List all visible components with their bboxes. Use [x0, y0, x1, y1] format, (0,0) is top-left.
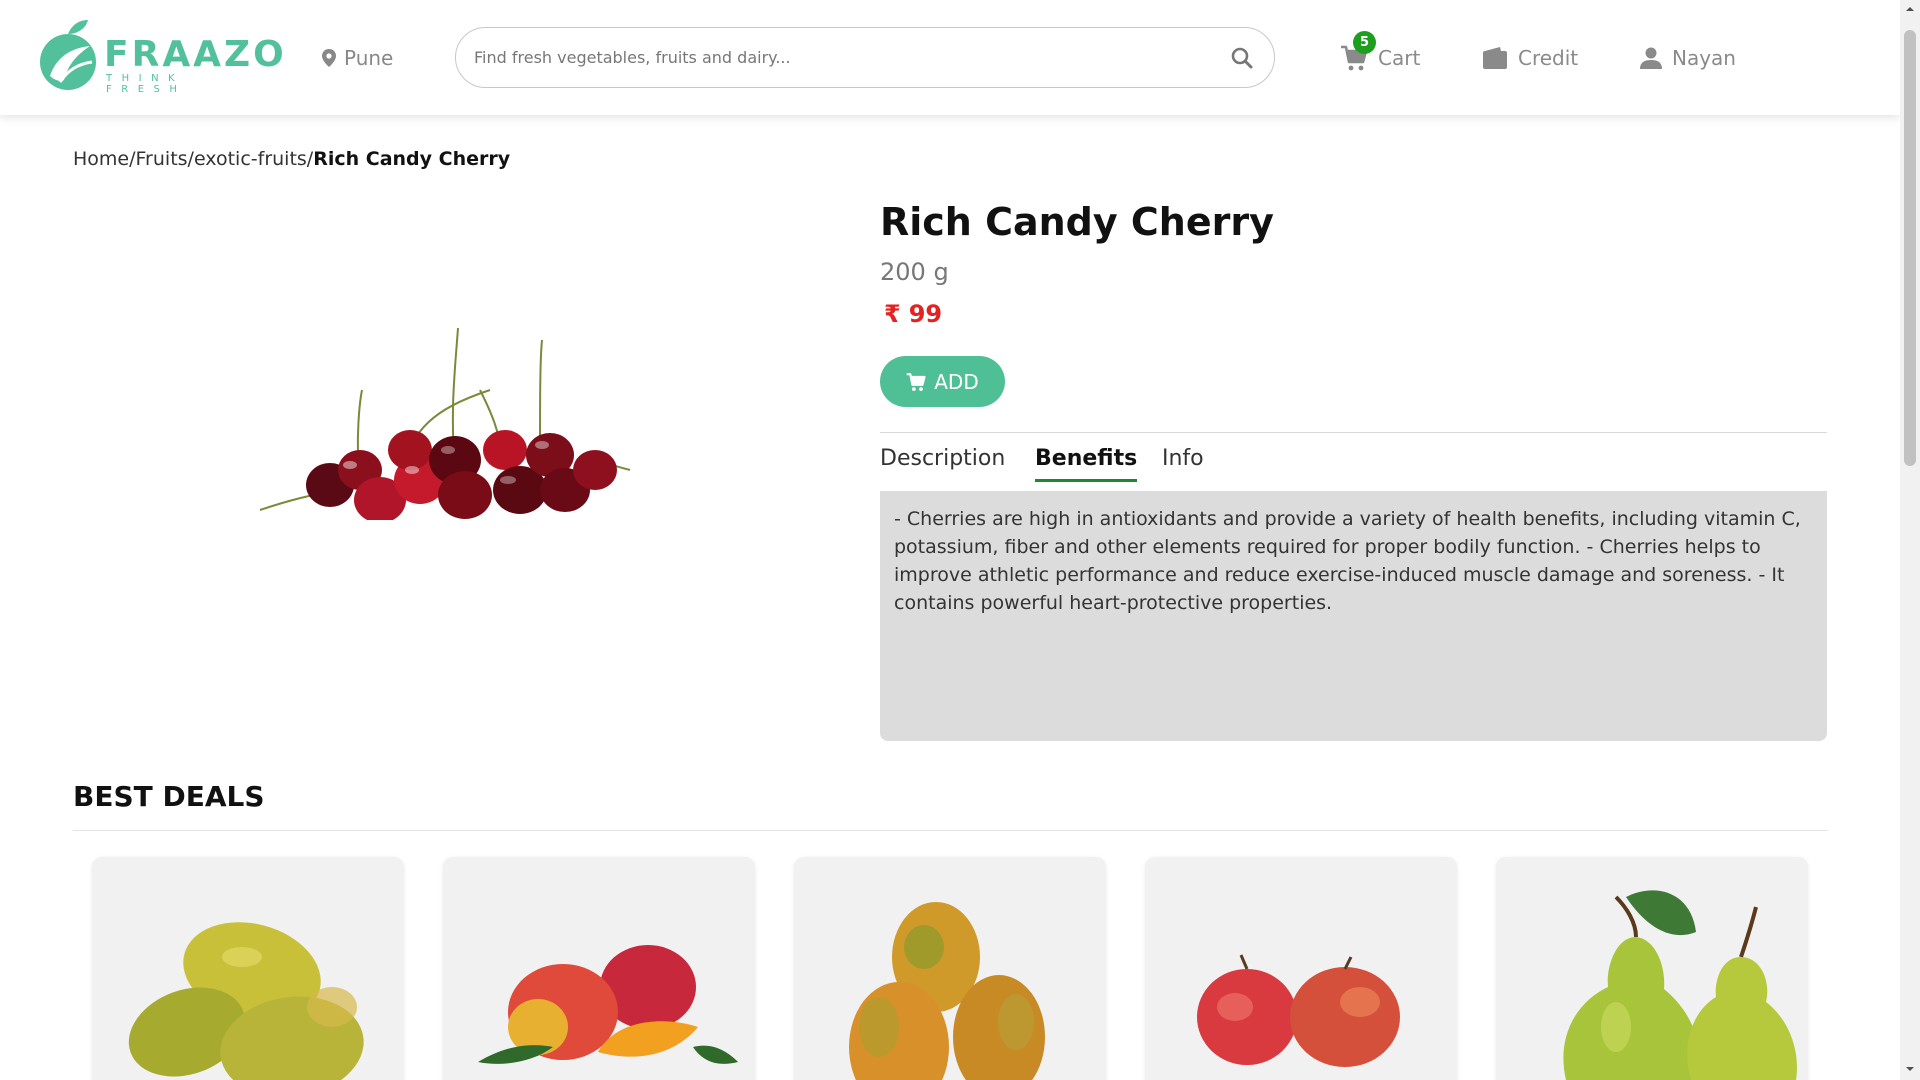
credit-label: Credit — [1518, 46, 1579, 70]
tabs-divider — [880, 432, 1827, 433]
product-weight: 200 g — [880, 258, 949, 286]
mango-pile-image — [849, 902, 1045, 1080]
scrollbar-thumb[interactable] — [1904, 30, 1916, 466]
tab-content-panel: - Cherries are high in antioxidants and … — [880, 491, 1827, 741]
add-to-cart-button[interactable]: ADD — [880, 356, 1005, 407]
deal-card[interactable] — [92, 857, 404, 1080]
add-button-label: ADD — [934, 369, 979, 394]
section-divider — [73, 830, 1828, 831]
pears-image — [1563, 890, 1797, 1080]
brand-tagline: THINK FRESH — [106, 73, 187, 95]
search-bar — [455, 27, 1275, 88]
breadcrumb-fruits[interactable]: Fruits — [136, 148, 188, 170]
brand-name: FRAAZO — [104, 34, 287, 75]
breadcrumb-current: Rich Candy Cherry — [313, 148, 511, 170]
product-image-cherries — [259, 327, 631, 520]
apples-image — [1197, 954, 1400, 1067]
breadcrumb-home[interactable]: Home — [73, 148, 129, 170]
user-icon — [1640, 47, 1662, 69]
currency-symbol: ₹ — [884, 300, 901, 328]
search-button[interactable] — [1230, 46, 1254, 70]
location-label: Pune — [344, 46, 394, 70]
wallet-icon — [1483, 47, 1507, 69]
cart-count-badge: 5 — [1353, 31, 1376, 54]
mango-image — [128, 922, 364, 1080]
deal-card[interactable] — [1496, 857, 1808, 1080]
credit-button[interactable]: Credit — [1482, 40, 1578, 76]
tab-description[interactable]: Description — [880, 446, 1005, 471]
search-input[interactable] — [474, 42, 1214, 72]
breadcrumb: Home / Fruits / exotic-fruits / Rich Can… — [73, 148, 510, 170]
scroll-down-arrow-icon[interactable] — [1905, 1064, 1915, 1074]
tab-benefits[interactable]: Benefits — [1035, 446, 1138, 482]
breadcrumb-exotic-fruits[interactable]: exotic-fruits — [194, 148, 307, 170]
product-title: Rich Candy Cherry — [880, 200, 1274, 244]
scroll-up-arrow-icon[interactable] — [1905, 4, 1915, 14]
deal-card[interactable] — [443, 857, 755, 1080]
cart-icon-wrap: 5 — [1340, 31, 1376, 72]
deal-card[interactable] — [794, 857, 1106, 1080]
cart-icon — [906, 372, 926, 391]
page-scrollbar[interactable] — [1900, 0, 1920, 1080]
top-header: FRAAZO THINK FRESH Pune 5 Cart — [0, 0, 1900, 115]
product-price: ₹ 99 — [884, 300, 942, 328]
cart-button[interactable]: 5 Cart — [1340, 31, 1421, 76]
map-pin-icon — [322, 49, 336, 67]
deal-card[interactable] — [1145, 857, 1457, 1080]
benefits-text: - Cherries are high in antioxidants and … — [894, 508, 1801, 614]
tab-info[interactable]: Info — [1162, 446, 1204, 471]
logo-link[interactable]: FRAAZO THINK FRESH — [38, 16, 284, 96]
cart-label: Cart — [1378, 46, 1421, 70]
price-value: 99 — [908, 300, 943, 328]
location-selector[interactable]: Pune — [322, 45, 393, 71]
fraazo-logo-icon — [40, 20, 96, 90]
user-account-button[interactable]: Nayan — [1640, 40, 1736, 76]
search-icon — [1231, 47, 1253, 69]
best-deals-heading: BEST DEALS — [73, 780, 265, 813]
user-name-label: Nayan — [1672, 46, 1736, 70]
mango-slice-image — [478, 945, 738, 1064]
